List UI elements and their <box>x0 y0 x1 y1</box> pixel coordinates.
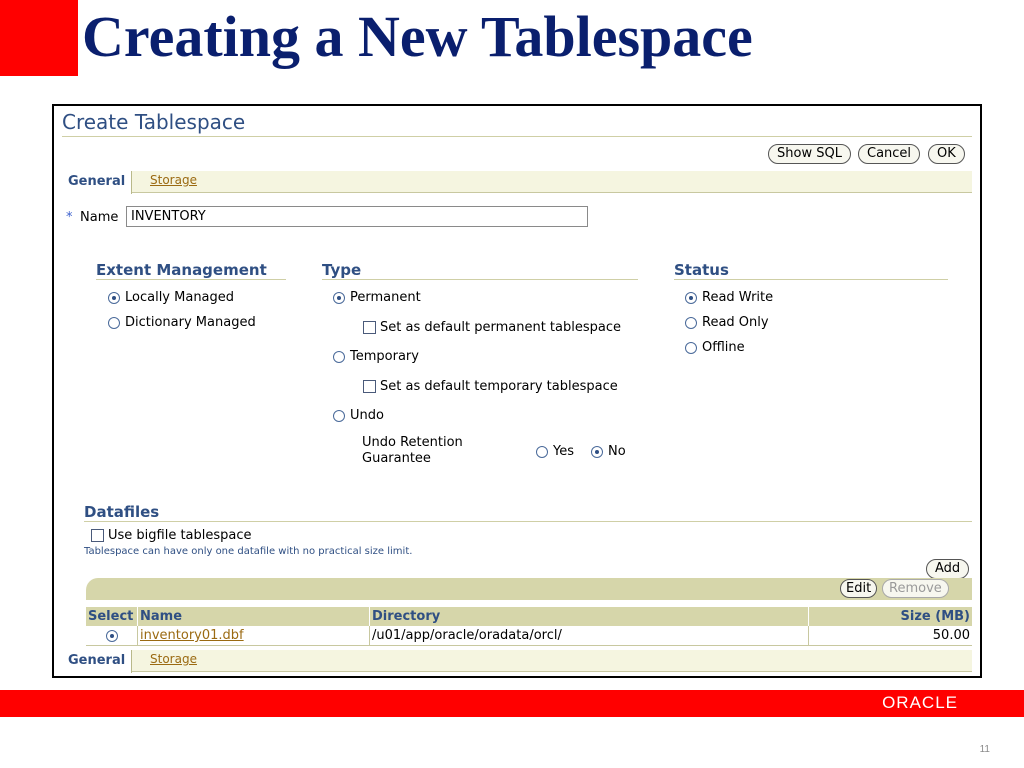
bigfile-label: Use bigfile tablespace <box>108 528 252 543</box>
offline-label: Offline <box>702 340 745 355</box>
undo-retention-label-line2: Guarantee <box>362 451 431 466</box>
column-divider <box>137 607 138 626</box>
undo-radio[interactable] <box>333 410 345 422</box>
bigfile-checkbox[interactable] <box>91 529 104 542</box>
permanent-label: Permanent <box>350 290 421 305</box>
dictionary-managed-radio[interactable] <box>108 317 120 329</box>
read-only-label: Read Only <box>702 315 769 330</box>
slide-accent-square <box>0 0 78 76</box>
extent-management-heading: Extent Management <box>96 261 267 279</box>
bigfile-hint: Tablespace can have only one datafile wi… <box>84 546 413 557</box>
undo-label: Undo <box>350 408 384 423</box>
dictionary-managed-label: Dictionary Managed <box>125 315 256 330</box>
temporary-radio[interactable] <box>333 351 345 363</box>
cell-divider <box>369 626 370 646</box>
default-permanent-checkbox[interactable] <box>363 321 376 334</box>
show-sql-button[interactable]: Show SQL <box>768 144 851 164</box>
remove-button[interactable]: Remove <box>882 579 949 598</box>
row-select-radio[interactable] <box>106 630 118 642</box>
default-temporary-label: Set as default temporary tablespace <box>380 379 618 394</box>
temporary-label: Temporary <box>350 349 419 364</box>
datafile-directory: /u01/app/oracle/oradata/orcl/ <box>372 628 562 643</box>
oracle-logo: ORACLE <box>882 693 958 712</box>
column-size: Size (MB) <box>900 609 970 624</box>
datafiles-heading: Datafiles <box>84 503 160 521</box>
add-button[interactable]: Add <box>926 559 970 579</box>
column-name: Name <box>140 609 183 624</box>
read-only-radio[interactable] <box>685 317 697 329</box>
status-divider <box>674 279 948 280</box>
type-divider <box>322 279 638 280</box>
column-divider <box>369 607 370 626</box>
default-permanent-label: Set as default permanent tablespace <box>380 320 621 335</box>
required-marker: * <box>66 210 73 225</box>
top-button-group: Show SQL Cancel OK <box>768 144 968 164</box>
undo-retention-yes-label: Yes <box>553 444 574 459</box>
table-row: inventory01.dbf /u01/app/oracle/oradata/… <box>86 626 972 646</box>
undo-retention-yes-radio[interactable] <box>536 446 548 458</box>
name-label: Name <box>80 210 119 225</box>
permanent-radio[interactable] <box>333 292 345 304</box>
offline-radio[interactable] <box>685 342 697 354</box>
read-write-label: Read Write <box>702 290 774 305</box>
bottom-tab-bar: General Storage <box>62 650 972 673</box>
undo-retention-no-radio[interactable] <box>591 446 603 458</box>
tab-storage[interactable]: Storage <box>150 652 197 666</box>
name-input[interactable] <box>126 206 588 227</box>
ok-button[interactable]: OK <box>928 144 965 164</box>
type-heading: Type <box>322 261 362 279</box>
datafiles-table-header: Select Name Directory Size (MB) <box>86 607 972 626</box>
column-select: Select <box>88 609 134 624</box>
top-tab-bar: General Storage <box>62 171 972 194</box>
locally-managed-label: Locally Managed <box>125 290 235 305</box>
default-temporary-checkbox[interactable] <box>363 380 376 393</box>
cancel-button[interactable]: Cancel <box>858 144 921 164</box>
edit-button[interactable]: Edit <box>840 579 878 598</box>
read-write-radio[interactable] <box>685 292 697 304</box>
slide-title: Creating a New Tablespace <box>82 4 753 69</box>
cell-divider <box>808 626 809 646</box>
datafiles-divider <box>84 521 972 522</box>
datafile-name-link[interactable]: inventory01.dbf <box>140 628 244 643</box>
create-tablespace-window: Create Tablespace Show SQL Cancel OK Gen… <box>52 104 982 678</box>
page-number: 11 <box>979 744 990 755</box>
cell-divider <box>137 626 138 646</box>
page-heading: Create Tablespace <box>62 110 246 134</box>
heading-divider <box>62 136 972 137</box>
locally-managed-radio[interactable] <box>108 292 120 304</box>
column-divider <box>808 607 809 626</box>
tab-general[interactable]: General <box>62 171 133 194</box>
extent-divider <box>96 279 286 280</box>
column-directory: Directory <box>372 609 441 624</box>
datafiles-table-toolbar: Edit Remove <box>86 578 972 600</box>
tab-general[interactable]: General <box>62 650 133 673</box>
tab-storage[interactable]: Storage <box>150 173 197 187</box>
undo-retention-no-label: No <box>608 444 626 459</box>
status-heading: Status <box>674 261 729 279</box>
datafile-size: 50.00 <box>932 628 970 643</box>
undo-retention-label-line1: Undo Retention <box>362 435 463 450</box>
footer-band <box>0 690 1024 717</box>
